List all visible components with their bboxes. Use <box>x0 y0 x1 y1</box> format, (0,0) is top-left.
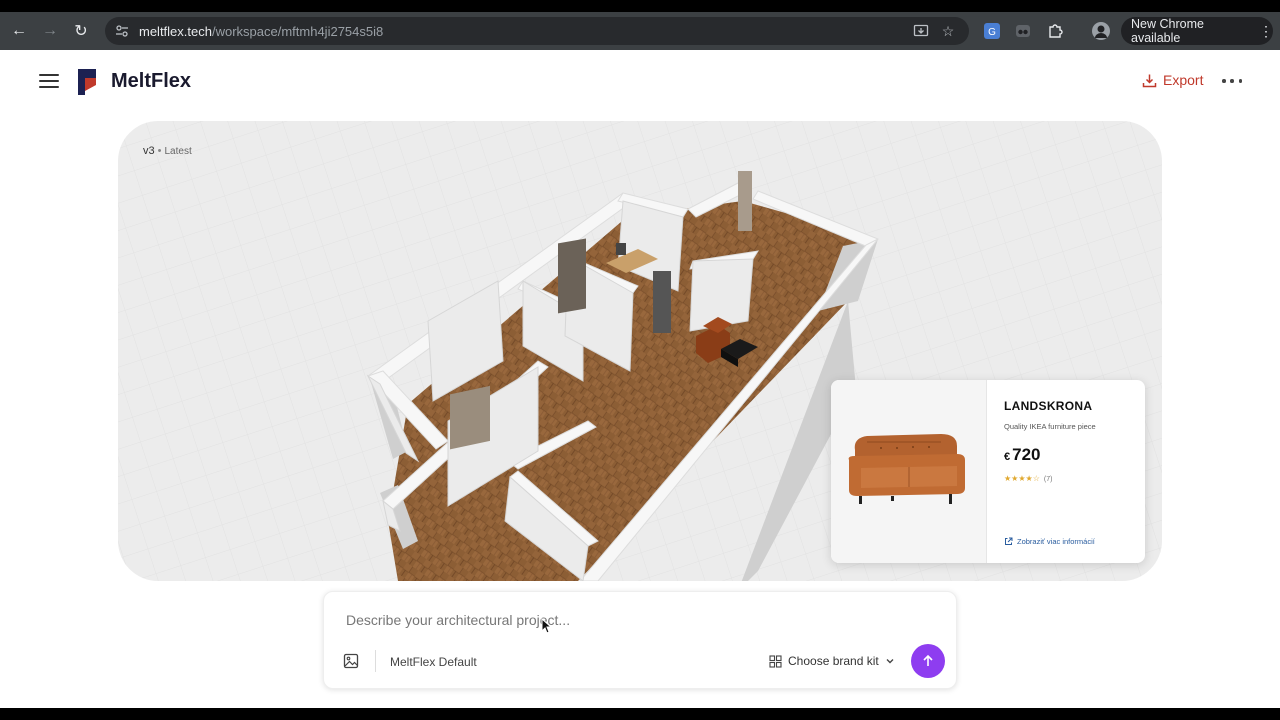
grid-icon <box>769 654 782 668</box>
hamburger-menu-icon[interactable] <box>39 74 59 88</box>
site-info-icon[interactable] <box>115 24 129 38</box>
url-host: meltflex.tech <box>139 23 212 39</box>
rating-stars: ★★★★☆ <box>1004 474 1040 483</box>
product-price: €720 <box>1004 445 1041 465</box>
svg-text:G: G <box>988 27 996 38</box>
chevron-down-icon <box>886 659 894 664</box>
translate-extension-icon[interactable]: G <box>983 22 1001 40</box>
door <box>558 238 586 314</box>
version-number: v3 <box>143 145 155 157</box>
review-count: (7) <box>1043 476 1053 483</box>
composer-divider <box>375 650 376 672</box>
product-rating: ★★★★☆ (7) <box>1004 474 1052 483</box>
door <box>450 385 490 450</box>
bookmark-star-icon[interactable]: ☆ <box>940 23 956 39</box>
url-path: /workspace/mftmh4ji2754s5i8 <box>211 23 384 39</box>
version-indicator: v3 • Latest <box>143 145 192 157</box>
brand-kit-dropdown[interactable]: Choose brand kit <box>769 654 895 668</box>
style-selector[interactable]: MeltFlex Default <box>390 655 477 669</box>
new-chrome-label: New Chrome available <box>1131 17 1204 45</box>
version-status: Latest <box>164 146 192 157</box>
more-info-label: Zobraziť viac informácií <box>1017 537 1095 546</box>
meltflex-logo <box>78 69 96 95</box>
url-text: meltflex.tech/workspace/mftmh4ji2754s5i8 <box>139 24 383 39</box>
brand-name: MeltFlex <box>111 70 192 92</box>
brand-kit-label: Choose brand kit <box>788 654 879 668</box>
extensions-puzzle-icon[interactable] <box>1046 22 1064 40</box>
incognito-extension-icon[interactable] <box>1014 22 1032 40</box>
image-upload-icon[interactable] <box>343 653 359 669</box>
product-description: Quality IKEA furniture piece <box>1004 422 1096 431</box>
product-name: LANDSKRONA <box>1004 399 1093 413</box>
browser-toolbar: ← → ↻ meltflex.tech/workspace/mftmh4ji27… <box>0 12 1280 50</box>
door <box>653 271 671 333</box>
arrow-up-icon <box>923 654 933 666</box>
product-card[interactable]: LANDSKRONA Quality IKEA furniture piece … <box>831 380 1145 563</box>
external-link-icon <box>1005 537 1013 545</box>
price-currency: € <box>1004 451 1011 463</box>
version-separator: • <box>157 145 162 157</box>
more-options-icon[interactable] <box>1222 72 1242 90</box>
mouse-cursor-icon <box>541 618 553 634</box>
prompt-input[interactable] <box>346 612 906 628</box>
new-chrome-button[interactable]: New Chrome available ⋮ <box>1121 17 1273 45</box>
more-info-link[interactable]: Zobraziť viac informácií <box>1004 537 1095 546</box>
chrome-menu-icon[interactable]: ⋮ <box>1259 24 1273 38</box>
forward-icon[interactable]: → <box>38 19 62 43</box>
price-value: 720 <box>1012 445 1041 464</box>
send-button[interactable] <box>911 644 945 678</box>
export-button[interactable]: Export <box>1142 72 1203 88</box>
door <box>738 171 752 231</box>
export-label: Export <box>1163 72 1204 88</box>
profile-avatar[interactable] <box>1092 22 1110 40</box>
reload-icon[interactable]: ↻ <box>69 19 93 43</box>
prompt-composer: MeltFlex Default Choose brand kit <box>323 591 957 689</box>
address-bar[interactable]: meltflex.tech/workspace/mftmh4ji2754s5i8… <box>105 17 969 45</box>
sofa-image <box>848 434 965 504</box>
product-image <box>831 380 987 563</box>
app-header: MeltFlex Export <box>0 50 1280 114</box>
browser-window: ← → ↻ meltflex.tech/workspace/mftmh4ji27… <box>0 12 1280 708</box>
install-app-icon[interactable] <box>913 23 929 39</box>
back-icon[interactable]: ← <box>7 19 31 43</box>
3d-viewport[interactable]: v3 • Latest LANDSKRONA Quality IKEA furnit… <box>118 121 1162 581</box>
download-icon <box>1142 74 1157 87</box>
